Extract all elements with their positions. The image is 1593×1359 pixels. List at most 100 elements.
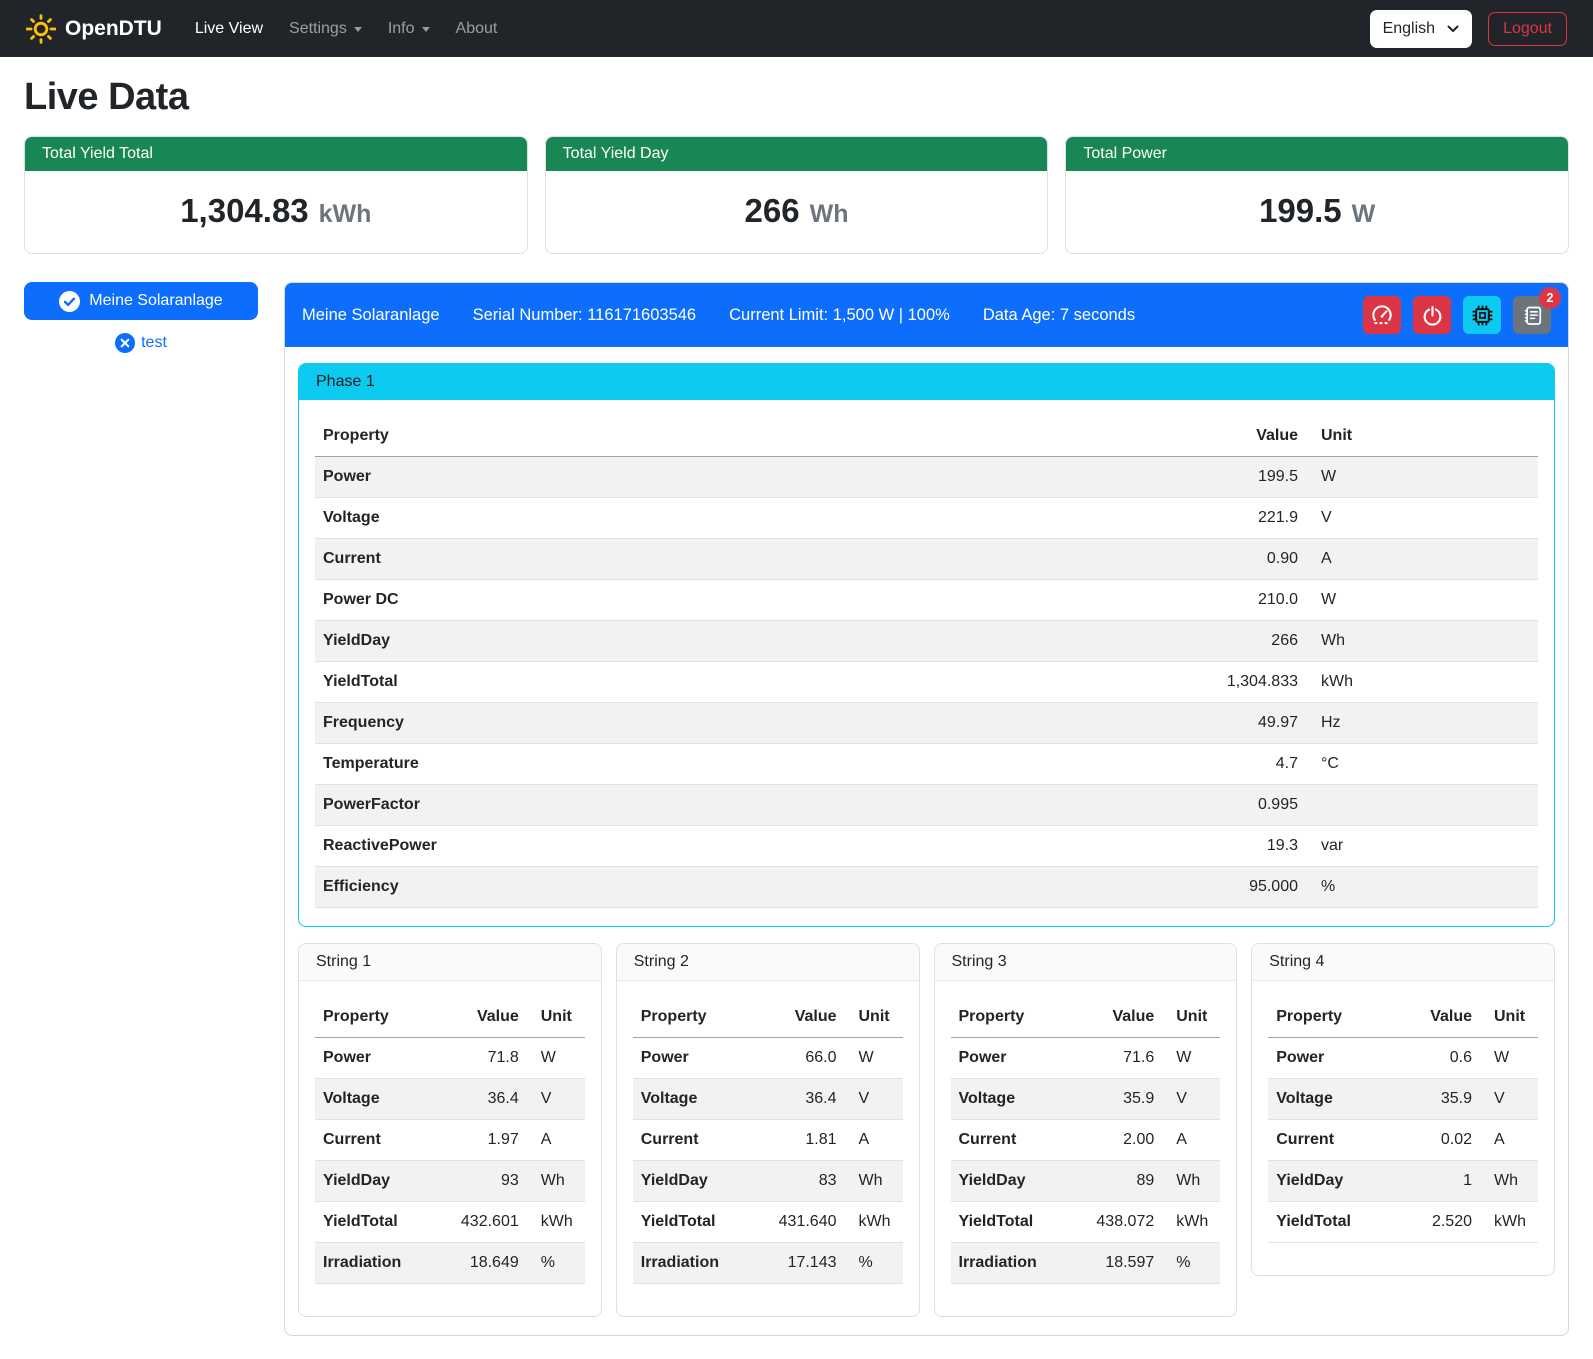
table-cell: W <box>1480 1038 1538 1079</box>
column-header: Unit <box>1306 416 1538 457</box>
inverter-serial: Serial Number: 116171603546 <box>473 306 697 325</box>
table-cell: Power <box>951 1038 1067 1079</box>
table-row: Current0.02A <box>1268 1120 1538 1161</box>
table-cell: Voltage <box>1268 1079 1384 1120</box>
table-row: Current1.81A <box>633 1120 903 1161</box>
table-cell: 93 <box>431 1161 527 1202</box>
table-cell: 1.81 <box>749 1120 845 1161</box>
card-title: Total Yield Day <box>546 137 1048 171</box>
column-header: Property <box>1268 997 1384 1038</box>
nav-info[interactable]: Info <box>375 12 443 46</box>
column-header: Property <box>633 997 749 1038</box>
inverter-selected-button[interactable]: Meine Solaranlage <box>24 282 258 320</box>
table-cell: Current <box>1268 1120 1384 1161</box>
column-header: Unit <box>1162 997 1220 1038</box>
limit-settings-button[interactable] <box>1363 296 1401 334</box>
table-cell: V <box>845 1079 903 1120</box>
brand-label: OpenDTU <box>65 17 162 41</box>
string-2-card: String 2 PropertyValueUnitPower66.0WVolt… <box>616 943 920 1317</box>
nav-about[interactable]: About <box>443 12 511 46</box>
table-cell: 1 <box>1384 1161 1480 1202</box>
phase-panel: Phase 1 PropertyValueUnitPower199.5WVolt… <box>298 363 1555 927</box>
column-header: Property <box>951 997 1067 1038</box>
table-cell: W <box>845 1038 903 1079</box>
table-row: Irradiation17.143% <box>633 1243 903 1284</box>
table-cell: 89 <box>1066 1161 1162 1202</box>
table-cell: W <box>1306 457 1538 498</box>
table-cell: Wh <box>1480 1161 1538 1202</box>
table-cell: Temperature <box>315 744 908 785</box>
table-cell: 210.0 <box>908 580 1306 621</box>
table-row: PowerFactor0.995 <box>315 785 1538 826</box>
table-cell: 2.520 <box>1384 1202 1480 1243</box>
table-cell: Voltage <box>315 498 908 539</box>
language-select-value: English <box>1383 20 1435 38</box>
table-row: Irradiation18.597% <box>951 1243 1221 1284</box>
brand-link[interactable]: OpenDTU <box>26 14 162 44</box>
table-cell: 95.000 <box>908 867 1306 908</box>
table-cell: Current <box>315 539 908 580</box>
language-select[interactable]: English <box>1370 10 1472 48</box>
table-row: YieldDay83Wh <box>633 1161 903 1202</box>
inverter-tab-test[interactable]: test <box>24 333 258 353</box>
table-cell: A <box>1162 1120 1220 1161</box>
table-cell: YieldTotal <box>315 662 908 703</box>
chevron-down-icon <box>1447 25 1459 33</box>
table-cell: 431.640 <box>749 1202 845 1243</box>
table-cell: 35.9 <box>1384 1079 1480 1120</box>
card-title: Total Yield Total <box>25 137 527 171</box>
table-row: Frequency49.97Hz <box>315 703 1538 744</box>
table-cell: Hz <box>1306 703 1538 744</box>
table-cell: V <box>1480 1079 1538 1120</box>
sun-icon <box>26 14 56 44</box>
table-cell: kWh <box>1480 1202 1538 1243</box>
event-log-button[interactable]: 2 <box>1513 296 1551 334</box>
device-info-button[interactable] <box>1463 296 1501 334</box>
nav-live-view[interactable]: Live View <box>182 12 276 46</box>
string-4-table: PropertyValueUnitPower0.6WVoltage35.9VCu… <box>1268 997 1538 1243</box>
table-row: Temperature4.7°C <box>315 744 1538 785</box>
table-cell: % <box>1306 867 1538 908</box>
table-row: Efficiency95.000% <box>315 867 1538 908</box>
inverter-data-age: Data Age: 7 seconds <box>983 306 1135 325</box>
table-cell: V <box>1306 498 1538 539</box>
logout-button[interactable]: Logout <box>1488 12 1567 46</box>
table-header-row: PropertyValueUnit <box>951 997 1221 1038</box>
table-cell: Voltage <box>951 1079 1067 1120</box>
column-header: Unit <box>845 997 903 1038</box>
table-cell: % <box>1162 1243 1220 1284</box>
table-cell: A <box>1306 539 1538 580</box>
table-row: YieldTotal1,304.833kWh <box>315 662 1538 703</box>
table-cell: % <box>527 1243 585 1284</box>
table-cell: kWh <box>845 1202 903 1243</box>
card-title: Total Power <box>1066 137 1568 171</box>
table-row: Voltage221.9V <box>315 498 1538 539</box>
column-header: Value <box>431 997 527 1038</box>
power-button[interactable] <box>1413 296 1451 334</box>
nav-settings[interactable]: Settings <box>276 12 375 46</box>
table-cell: A <box>845 1120 903 1161</box>
table-header-row: PropertyValueUnit <box>633 997 903 1038</box>
table-cell: % <box>845 1243 903 1284</box>
string-card-title: String 2 <box>617 944 919 981</box>
table-row: Power199.5W <box>315 457 1538 498</box>
column-header: Property <box>315 416 908 457</box>
table-header-row: PropertyValueUnit <box>315 416 1538 457</box>
total-yield-total-value: 1,304.83 <box>180 192 308 229</box>
table-cell: 71.8 <box>431 1038 527 1079</box>
table-cell: 83 <box>749 1161 845 1202</box>
table-cell: Power <box>315 1038 431 1079</box>
table-cell: 266 <box>908 621 1306 662</box>
phase-table: PropertyValueUnitPower199.5WVoltage221.9… <box>315 416 1538 908</box>
table-row: YieldTotal431.640kWh <box>633 1202 903 1243</box>
table-cell: 2.00 <box>1066 1120 1162 1161</box>
string-card-title: String 1 <box>299 944 601 981</box>
table-cell: 18.597 <box>1066 1243 1162 1284</box>
table-cell: Irradiation <box>951 1243 1067 1284</box>
total-power-card: Total Power 199.5W <box>1065 136 1569 254</box>
table-cell: YieldTotal <box>633 1202 749 1243</box>
table-cell: W <box>1162 1038 1220 1079</box>
strings-row: String 1 PropertyValueUnitPower71.8WVolt… <box>298 943 1555 1317</box>
table-cell: 1,304.833 <box>908 662 1306 703</box>
table-row: Voltage36.4V <box>633 1079 903 1120</box>
